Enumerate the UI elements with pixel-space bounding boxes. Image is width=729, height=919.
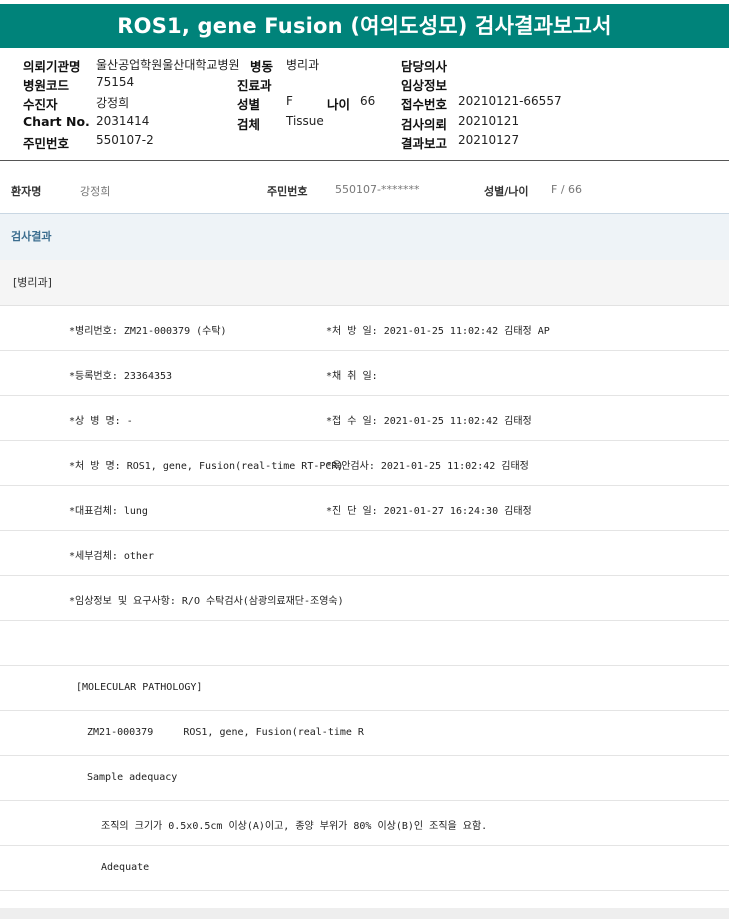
receipt-value: 20210121-66557 bbox=[458, 94, 562, 108]
patient-sexage-label: 성별/나이 bbox=[484, 185, 529, 198]
result-row: *대표검체: lung *진 단 일: 2021-01-27 16:24:30 … bbox=[0, 486, 729, 531]
row-left-text: *등록번호: 23364353 bbox=[69, 371, 173, 382]
sex-label: 성별 bbox=[237, 97, 261, 112]
report-info-block: 의뢰기관명 울산공업학원울산대학교병원 병동 병리과 담당의사 병원코드 751… bbox=[0, 53, 729, 153]
dept-label: 진료과 bbox=[237, 78, 272, 93]
chart-value: 2031414 bbox=[96, 114, 150, 128]
section-header-dept: [병리과] bbox=[0, 260, 729, 306]
specimen-label: 검체 bbox=[237, 117, 261, 132]
result-row: Sample adequacy bbox=[0, 756, 729, 801]
code-label: 병원코드 bbox=[23, 78, 70, 93]
chart-label: Chart No. bbox=[23, 114, 90, 129]
section-header-result: 검사결과 bbox=[0, 213, 729, 261]
result-row: Adequate bbox=[0, 846, 729, 891]
row-left-text: *상 병 명: - bbox=[69, 416, 133, 427]
patient-name-value: 강정희 bbox=[80, 185, 111, 198]
result-row: *상 병 명: - *접 수 일: 2021-01-25 11:02:42 김태… bbox=[0, 396, 729, 441]
divider bbox=[0, 160, 729, 161]
hospital-value: 울산공업학원울산대학교병원 bbox=[96, 58, 240, 72]
result-row: *병리번호: ZM21-000379 (수탁) *처 방 일: 2021-01-… bbox=[0, 306, 729, 351]
age-value: 66 bbox=[360, 94, 376, 108]
report-title: ROS1, gene Fusion (여의도성모) 검사결과보고서 bbox=[0, 4, 729, 48]
resident-label: 주민번호 bbox=[23, 136, 70, 151]
report-date-value: 20210127 bbox=[458, 133, 520, 147]
row-right-text: *접 수 일: 2021-01-25 11:02:42 김태정 bbox=[326, 416, 532, 427]
result-row: *처 방 명: ROS1, gene, Fusion(real-time RT-… bbox=[0, 441, 729, 486]
code-value: 75154 bbox=[96, 75, 135, 89]
patient-summary-bar: 환자명 강정희 주민번호 550107-******* 성별/나이 F / 66 bbox=[0, 170, 729, 210]
patient-sexage-value: F / 66 bbox=[551, 183, 583, 196]
receipt-label: 접수번호 bbox=[401, 97, 448, 112]
row-left-text: *병리번호: ZM21-000379 (수탁) bbox=[69, 326, 227, 337]
row-right-text: *처 방 일: 2021-01-25 11:02:42 김태정 AP bbox=[326, 326, 550, 337]
row-left-text: 조직의 크기가 0.5x0.5cm 이상(A)이고, 종양 부위가 80% 이상… bbox=[101, 821, 488, 832]
age-label: 나이 bbox=[327, 97, 351, 112]
resident-value: 550107-2 bbox=[96, 133, 154, 147]
row-left-text: Adequate bbox=[101, 862, 150, 873]
row-left-text: *대표검체: lung bbox=[69, 506, 148, 517]
result-row-empty bbox=[0, 621, 729, 666]
collector-label: 수진자 bbox=[23, 97, 58, 112]
row-left-text: *세부검체: other bbox=[69, 551, 154, 562]
row-left-text: Sample adequacy bbox=[87, 772, 178, 783]
result-row: 조직의 크기가 0.5x0.5cm 이상(A)이고, 종양 부위가 80% 이상… bbox=[0, 801, 729, 846]
row-left-text: ZM21-000379 ROS1, gene, Fusion(real-time… bbox=[87, 727, 364, 738]
ward-value: 병리과 bbox=[286, 58, 320, 72]
row-left-text: *처 방 명: ROS1, gene, Fusion(real-time RT-… bbox=[69, 461, 344, 472]
patient-resident-value: 550107-******* bbox=[335, 183, 420, 196]
patient-resident-label: 주민번호 bbox=[267, 185, 308, 198]
row-left-text: [MOLECULAR PATHOLOGY] bbox=[76, 682, 203, 693]
collector-value: 강정희 bbox=[96, 96, 130, 110]
result-row: ZM21-000379 ROS1, gene, Fusion(real-time… bbox=[0, 711, 729, 756]
hospital-label: 의뢰기관명 bbox=[23, 59, 81, 74]
sex-value: F bbox=[286, 94, 293, 108]
patient-name-label: 환자명 bbox=[11, 185, 42, 198]
result-row: *세부검체: other bbox=[0, 531, 729, 576]
ward-label: 병동 bbox=[250, 59, 274, 74]
row-right-text: *육안검사: 2021-01-25 11:02:42 김태정 bbox=[326, 461, 529, 472]
result-row: *등록번호: 23364353 *채 취 일: bbox=[0, 351, 729, 396]
row-right-text: *채 취 일: bbox=[326, 371, 378, 382]
specimen-value: Tissue bbox=[286, 114, 324, 128]
result-row: *임상정보 및 요구사항: R/O 수탁검사(삼광의료재단-조영숙) bbox=[0, 576, 729, 621]
footer-band bbox=[0, 908, 729, 919]
request-label: 검사의뢰 bbox=[401, 117, 448, 132]
row-right-text: *진 단 일: 2021-01-27 16:24:30 김태정 bbox=[326, 506, 532, 517]
row-left-text: *임상정보 및 요구사항: R/O 수탁검사(삼광의료재단-조영숙) bbox=[69, 596, 344, 607]
clinical-label: 임상정보 bbox=[401, 78, 448, 93]
report-date-label: 결과보고 bbox=[401, 136, 448, 151]
request-value: 20210121 bbox=[458, 114, 520, 128]
result-row: [MOLECULAR PATHOLOGY] bbox=[0, 666, 729, 711]
doctor-label: 담당의사 bbox=[401, 59, 448, 74]
